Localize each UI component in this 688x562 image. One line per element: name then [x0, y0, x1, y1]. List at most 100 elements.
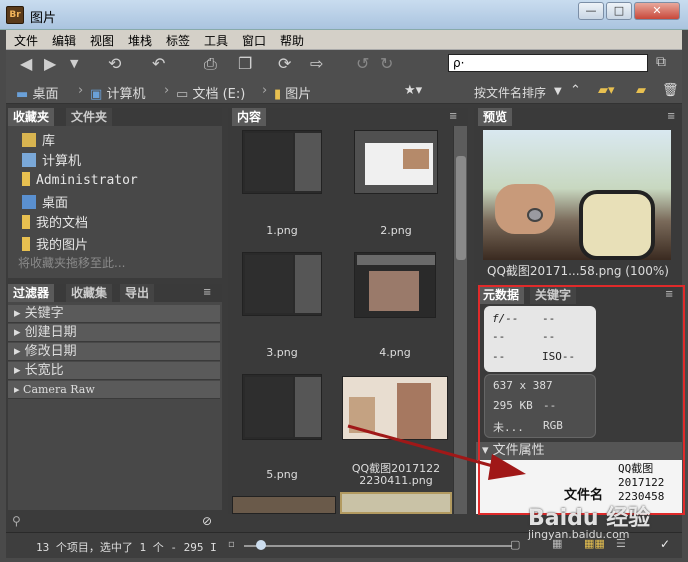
zoom-in-icon[interactable]: ▢ [510, 538, 520, 551]
filter-tabs: 过滤器 收藏集 导出 ≡ [8, 284, 222, 302]
minimize-button[interactable]: — [578, 2, 604, 20]
watch-icon [527, 208, 543, 222]
open-with-icon[interactable]: ⇨ [310, 54, 323, 73]
annotation-arrow [347, 424, 526, 480]
new-folder-icon[interactable]: ▰ [636, 83, 646, 98]
computer-icon: ▣ [90, 87, 103, 102]
favorite-item-desktop[interactable]: 桌面 [22, 192, 68, 211]
filter-date-created[interactable]: ▸ 创建日期 [8, 324, 220, 342]
menu-edit[interactable]: 编辑 [52, 32, 76, 49]
menu-label[interactable]: 标签 [166, 32, 190, 49]
rotate-left-icon[interactable]: ↺ [356, 54, 369, 73]
boomerang-icon[interactable]: ↶ [152, 54, 165, 73]
close-button[interactable]: ✕ [634, 2, 680, 20]
tab-export[interactable]: 导出 [120, 284, 155, 302]
breadcrumb-separator: › [164, 83, 170, 98]
preview-image[interactable] [483, 130, 671, 260]
menu-stack[interactable]: 堆栈 [128, 32, 152, 49]
preview-tabs: 预览 ≡ [474, 108, 682, 126]
compact-mode-icon[interactable]: ⧉ [656, 54, 666, 70]
favorite-item-computer[interactable]: 计算机 [22, 150, 81, 169]
sort-chevron-icon[interactable]: ▼ [554, 86, 562, 97]
tab-folders[interactable]: 文件夹 [66, 108, 113, 126]
status-text: 13 个项目，选中了 1 个 - 295 I [36, 541, 217, 554]
menu-file[interactable]: 文件 [14, 32, 38, 49]
breadcrumb-computer[interactable]: ▣ 计算机 [90, 83, 145, 102]
breadcrumb-desktop[interactable]: ▬ 桌面 [16, 83, 58, 102]
thumb-canvas [245, 133, 293, 191]
filter-date-modified[interactable]: ▸ 修改日期 [8, 343, 220, 361]
library-icon [22, 133, 36, 147]
preview-panel: 预览 ≡ QQ截图20171...58.png (100%) [474, 108, 682, 282]
desktop-icon [22, 195, 36, 209]
star-filter-icon[interactable]: ★▾ [404, 83, 422, 98]
tab-preview[interactable]: 预览 [478, 108, 513, 126]
thumbnail-1[interactable] [242, 130, 322, 194]
search-input[interactable]: ρ· [448, 54, 648, 72]
back-icon[interactable]: ◀ [20, 54, 32, 73]
pin-icon[interactable]: ⚲ [12, 514, 21, 528]
content-menu-icon[interactable]: ≡ [444, 108, 462, 126]
recent-folder-icon[interactable]: ⟲ [108, 54, 121, 73]
filter-aspect-ratio[interactable]: ▸ 长宽比 [8, 362, 220, 380]
sort-ascending-icon[interactable]: ⌃ [570, 83, 581, 98]
preview-menu-icon[interactable]: ≡ [662, 108, 680, 126]
thumbnail-size-slider[interactable] [244, 545, 512, 547]
menu-help[interactable]: 帮助 [280, 32, 304, 49]
forward-icon[interactable]: ▶ [44, 54, 56, 73]
thumb-photo [369, 271, 419, 311]
pictures-folder-icon [22, 237, 30, 251]
loupe-magnifier[interactable] [579, 190, 655, 260]
thumbnail-2[interactable] [354, 130, 438, 194]
checkmark-icon[interactable]: ✓ [660, 537, 670, 551]
favorite-item-documents[interactable]: 我的文档 [22, 212, 88, 231]
thumbnail-label: 5.png [266, 468, 298, 481]
zoom-out-icon[interactable]: ▫ [228, 539, 235, 550]
refine-icon[interactable]: ⟳ [278, 54, 291, 73]
tab-favorites[interactable]: 收藏夹 [8, 108, 55, 126]
menu-tools[interactable]: 工具 [204, 32, 228, 49]
preview-caption: QQ截图20171...58.png (100%) [487, 264, 669, 278]
documents-folder-icon [22, 215, 30, 229]
thumb-toolbar [357, 255, 435, 265]
clear-filter-icon[interactable]: ⊘ [202, 514, 212, 528]
breadcrumb-separator: › [78, 83, 84, 98]
tab-collections[interactable]: 收藏集 [66, 284, 113, 302]
thumbnail-3[interactable] [242, 252, 322, 316]
open-recent-folder-icon[interactable]: ▰▾ [598, 83, 615, 98]
thumbnail-4[interactable] [354, 252, 436, 318]
tab-filter[interactable]: 过滤器 [8, 284, 55, 302]
filter-keywords[interactable]: ▸ 关键字 [8, 305, 220, 323]
favorites-drop-hint: 将收藏夹拖移至此... [18, 256, 126, 270]
thumbnail-5[interactable] [242, 374, 322, 440]
breadcrumb-drive[interactable]: ▭ 文档 (E:) [176, 83, 245, 102]
expand-icon: ▸ [14, 325, 25, 340]
tab-content[interactable]: 内容 [232, 108, 267, 126]
menu-view[interactable]: 视图 [90, 32, 114, 49]
breadcrumb-pictures[interactable]: ▮ 图片 [274, 83, 311, 102]
trash-icon[interactable]: 🗑 [662, 83, 679, 98]
sort-dropdown[interactable]: 按文件名排序 [474, 84, 546, 101]
filter-camera-raw[interactable]: ▸ Camera Raw [8, 381, 220, 399]
thumb-panel [295, 255, 321, 313]
expand-icon: ▸ [14, 344, 25, 359]
panel-menu-icon[interactable]: ≡ [198, 284, 216, 302]
thumbnail-selected[interactable] [340, 492, 452, 514]
maximize-button[interactable]: □ [606, 2, 632, 20]
favorite-item-library[interactable]: 库 [22, 130, 55, 149]
favorite-item-administrator[interactable]: Administrator [22, 172, 138, 188]
thumbnail-label: 3.png [266, 346, 298, 359]
copy-icon[interactable]: ❐ [238, 54, 252, 73]
scrollbar-thumb[interactable] [456, 156, 466, 260]
expand-icon: ▸ [14, 363, 25, 378]
expand-icon: ▸ [14, 383, 24, 396]
menu-window[interactable]: 窗口 [242, 32, 266, 49]
thumbnail-label: 4.png [379, 346, 411, 359]
thumbnail-7[interactable] [232, 496, 336, 514]
slider-handle[interactable] [256, 540, 266, 550]
camera-icon[interactable]: ⎙ [204, 54, 217, 74]
favorite-item-pictures[interactable]: 我的图片 [22, 234, 88, 253]
dropdown-icon[interactable]: ▼ [70, 57, 78, 70]
thumb-photo [403, 149, 429, 169]
rotate-right-icon[interactable]: ↻ [380, 54, 393, 73]
